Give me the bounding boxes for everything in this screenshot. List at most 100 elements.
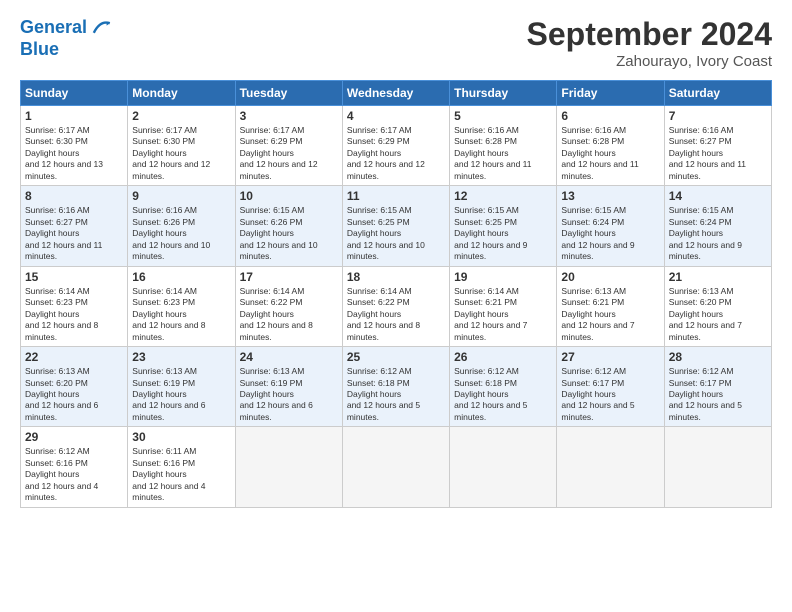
calendar-cell: 7 Sunrise: 6:16 AMSunset: 6:27 PMDaylight… xyxy=(664,106,771,186)
calendar-body: 1 Sunrise: 6:17 AMSunset: 6:30 PMDaylight… xyxy=(21,106,772,508)
calendar-week-4: 22 Sunrise: 6:13 AMSunset: 6:20 PMDayligh… xyxy=(21,347,772,427)
day-info: Sunrise: 6:12 AMSunset: 6:18 PMDaylight … xyxy=(454,366,552,423)
calendar-cell xyxy=(664,427,771,507)
calendar-cell xyxy=(342,427,449,507)
logo: General Blue xyxy=(20,16,113,60)
month-title: September 2024 xyxy=(527,16,772,53)
day-number: 26 xyxy=(454,350,552,364)
day-info: Sunrise: 6:16 AMSunset: 6:28 PMDaylight … xyxy=(454,125,552,182)
day-header-monday: Monday xyxy=(128,81,235,106)
calendar-cell: 21 Sunrise: 6:13 AMSunset: 6:20 PMDayligh… xyxy=(664,266,771,346)
day-info: Sunrise: 6:12 AMSunset: 6:18 PMDaylight … xyxy=(347,366,445,423)
title-block: September 2024 Zahourayo, Ivory Coast xyxy=(527,16,772,70)
day-info: Sunrise: 6:14 AMSunset: 6:21 PMDaylight … xyxy=(454,286,552,343)
day-number: 29 xyxy=(25,430,123,444)
calendar-cell: 11Sunrise: 6:15 AMSunset: 6:25 PMDayligh… xyxy=(342,186,449,266)
day-number: 5 xyxy=(454,109,552,123)
day-number: 17 xyxy=(240,270,338,284)
day-info: Sunrise: 6:16 AMSunset: 6:28 PMDaylight … xyxy=(561,125,659,182)
day-header-thursday: Thursday xyxy=(450,81,557,106)
day-info: Sunrise: 6:15 AMSunset: 6:25 PMDaylight … xyxy=(454,205,552,262)
calendar-cell xyxy=(557,427,664,507)
day-info: Sunrise: 6:13 AMSunset: 6:20 PMDaylight … xyxy=(25,366,123,423)
day-number: 14 xyxy=(669,189,767,203)
day-info: Sunrise: 6:17 AMSunset: 6:30 PMDaylight … xyxy=(25,125,123,182)
calendar-cell: 10 Sunrise: 6:15 AMSunset: 6:26 PMDayligh… xyxy=(235,186,342,266)
day-header-saturday: Saturday xyxy=(664,81,771,106)
calendar-cell: 17Sunrise: 6:14 AMSunset: 6:22 PMDayligh… xyxy=(235,266,342,346)
day-info: Sunrise: 6:16 AMSunset: 6:27 PMDaylight … xyxy=(25,205,123,262)
day-info: Sunrise: 6:14 AMSunset: 6:23 PMDaylight … xyxy=(132,286,230,343)
day-info: Sunrise: 6:14 AMSunset: 6:23 PMDaylight … xyxy=(25,286,123,343)
day-info: Sunrise: 6:16 AMSunset: 6:27 PMDaylight … xyxy=(669,125,767,182)
day-info: Sunrise: 6:12 AMSunset: 6:17 PMDaylight … xyxy=(669,366,767,423)
day-number: 21 xyxy=(669,270,767,284)
day-info: Sunrise: 6:17 AMSunset: 6:30 PMDaylight … xyxy=(132,125,230,182)
logo-icon xyxy=(89,16,113,40)
day-header-tuesday: Tuesday xyxy=(235,81,342,106)
calendar-cell: 16 Sunrise: 6:14 AMSunset: 6:23 PMDayligh… xyxy=(128,266,235,346)
day-number: 25 xyxy=(347,350,445,364)
calendar-week-1: 1 Sunrise: 6:17 AMSunset: 6:30 PMDaylight… xyxy=(21,106,772,186)
day-number: 28 xyxy=(669,350,767,364)
day-number: 13 xyxy=(561,189,659,203)
day-info: Sunrise: 6:17 AMSunset: 6:29 PMDaylight … xyxy=(240,125,338,182)
day-number: 19 xyxy=(454,270,552,284)
day-info: Sunrise: 6:13 AMSunset: 6:21 PMDaylight … xyxy=(561,286,659,343)
calendar-cell: 6 Sunrise: 6:16 AMSunset: 6:28 PMDaylight… xyxy=(557,106,664,186)
day-number: 27 xyxy=(561,350,659,364)
calendar-cell xyxy=(235,427,342,507)
calendar-cell: 13 Sunrise: 6:15 AMSunset: 6:24 PMDayligh… xyxy=(557,186,664,266)
day-info: Sunrise: 6:15 AMSunset: 6:24 PMDaylight … xyxy=(561,205,659,262)
day-info: Sunrise: 6:15 AMSunset: 6:24 PMDaylight … xyxy=(669,205,767,262)
calendar-cell: 18Sunrise: 6:14 AMSunset: 6:22 PMDayligh… xyxy=(342,266,449,346)
day-number: 7 xyxy=(669,109,767,123)
calendar-cell: 29Sunrise: 6:12 AMSunset: 6:16 PMDayligh… xyxy=(21,427,128,507)
day-number: 22 xyxy=(25,350,123,364)
calendar-cell: 15 Sunrise: 6:14 AMSunset: 6:23 PMDayligh… xyxy=(21,266,128,346)
calendar-cell: 20 Sunrise: 6:13 AMSunset: 6:21 PMDayligh… xyxy=(557,266,664,346)
logo-text: General xyxy=(20,18,87,38)
location: Zahourayo, Ivory Coast xyxy=(527,53,772,70)
calendar-cell: 25 Sunrise: 6:12 AMSunset: 6:18 PMDayligh… xyxy=(342,347,449,427)
calendar-cell: 22 Sunrise: 6:13 AMSunset: 6:20 PMDayligh… xyxy=(21,347,128,427)
day-number: 1 xyxy=(25,109,123,123)
calendar-cell: 2 Sunrise: 6:17 AMSunset: 6:30 PMDaylight… xyxy=(128,106,235,186)
calendar-header-row: SundayMondayTuesdayWednesdayThursdayFrid… xyxy=(21,81,772,106)
calendar-cell: 5 Sunrise: 6:16 AMSunset: 6:28 PMDaylight… xyxy=(450,106,557,186)
day-info: Sunrise: 6:17 AMSunset: 6:29 PMDaylight … xyxy=(347,125,445,182)
calendar-cell: 27 Sunrise: 6:12 AMSunset: 6:17 PMDayligh… xyxy=(557,347,664,427)
calendar-cell: 24Sunrise: 6:13 AMSunset: 6:19 PMDayligh… xyxy=(235,347,342,427)
calendar-cell: 23 Sunrise: 6:13 AMSunset: 6:19 PMDayligh… xyxy=(128,347,235,427)
day-header-sunday: Sunday xyxy=(21,81,128,106)
day-number: 3 xyxy=(240,109,338,123)
day-info: Sunrise: 6:16 AMSunset: 6:26 PMDaylight … xyxy=(132,205,230,262)
day-number: 23 xyxy=(132,350,230,364)
calendar-cell: 14 Sunrise: 6:15 AMSunset: 6:24 PMDayligh… xyxy=(664,186,771,266)
day-info: Sunrise: 6:13 AMSunset: 6:20 PMDaylight … xyxy=(669,286,767,343)
calendar-cell: 26 Sunrise: 6:12 AMSunset: 6:18 PMDayligh… xyxy=(450,347,557,427)
day-info: Sunrise: 6:13 AMSunset: 6:19 PMDaylight … xyxy=(240,366,338,423)
day-number: 8 xyxy=(25,189,123,203)
day-info: Sunrise: 6:13 AMSunset: 6:19 PMDaylight … xyxy=(132,366,230,423)
day-info: Sunrise: 6:15 AMSunset: 6:26 PMDaylight … xyxy=(240,205,338,262)
day-info: Sunrise: 6:12 AMSunset: 6:17 PMDaylight … xyxy=(561,366,659,423)
day-number: 15 xyxy=(25,270,123,284)
calendar-cell: 19 Sunrise: 6:14 AMSunset: 6:21 PMDayligh… xyxy=(450,266,557,346)
calendar-week-5: 29Sunrise: 6:12 AMSunset: 6:16 PMDayligh… xyxy=(21,427,772,507)
calendar-cell: 9 Sunrise: 6:16 AMSunset: 6:26 PMDaylight… xyxy=(128,186,235,266)
calendar-cell xyxy=(450,427,557,507)
calendar-cell: 28 Sunrise: 6:12 AMSunset: 6:17 PMDayligh… xyxy=(664,347,771,427)
day-number: 30 xyxy=(132,430,230,444)
day-number: 6 xyxy=(561,109,659,123)
day-info: Sunrise: 6:11 AMSunset: 6:16 PMDaylight … xyxy=(132,446,230,503)
day-number: 2 xyxy=(132,109,230,123)
calendar-header: General Blue September 2024 Zahourayo, I… xyxy=(20,16,772,70)
calendar-cell: 12Sunrise: 6:15 AMSunset: 6:25 PMDayligh… xyxy=(450,186,557,266)
day-number: 20 xyxy=(561,270,659,284)
calendar-cell: 1 Sunrise: 6:17 AMSunset: 6:30 PMDaylight… xyxy=(21,106,128,186)
day-number: 10 xyxy=(240,189,338,203)
day-number: 16 xyxy=(132,270,230,284)
day-number: 9 xyxy=(132,189,230,203)
day-number: 4 xyxy=(347,109,445,123)
